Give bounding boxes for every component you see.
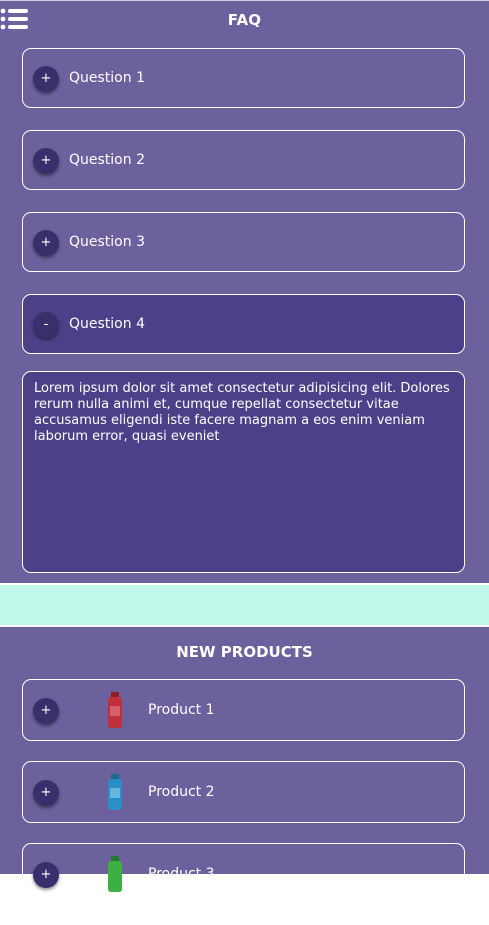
faq-item-question-2[interactable]: + Question 2 [22,130,465,190]
product-item-2[interactable]: + Product 2 [22,761,465,823]
faq-panel: FAQ + Question 1 + Question 2 + Question… [0,0,489,583]
new-products-section: NEW PRODUCTS + Product 1 + Product 2 + P… [0,627,489,905]
green-bottle-icon [108,856,122,892]
product-item-1[interactable]: + Product 1 [22,679,465,741]
expand-toggle-button[interactable]: + [33,698,59,724]
product-list: + Product 1 + Product 2 + Product 3 [22,679,465,925]
blue-bottle-icon [108,774,122,810]
expand-toggle-button[interactable]: + [33,230,59,256]
product-label: Product 1 [148,702,215,718]
page-title: FAQ [227,11,262,29]
expand-toggle-button[interactable]: + [33,148,59,174]
product-item-3[interactable]: + Product 3 [22,843,465,905]
product-label: Product 3 [148,866,215,882]
faq-question-label: Question 3 [69,234,145,250]
product-label: Product 2 [148,784,215,800]
expand-toggle-button[interactable]: + [33,862,59,888]
faq-question-label: Question 4 [69,316,145,332]
faq-question-label: Question 1 [69,70,145,86]
faq-item-question-4[interactable]: - Question 4 [22,294,465,354]
section-title: NEW PRODUCTS [176,643,313,661]
expand-toggle-button[interactable]: + [33,780,59,806]
expand-toggle-button[interactable]: + [33,66,59,92]
section-divider [0,585,489,625]
faq-list: + Question 1 + Question 2 + Question 3 -… [22,48,465,370]
faq-question-label: Question 2 [69,152,145,168]
faq-item-question-3[interactable]: + Question 3 [22,212,465,272]
faq-answer-panel: Lorem ipsum dolor sit amet consectetur a… [22,371,465,573]
collapse-toggle-button[interactable]: - [33,312,59,338]
red-bottle-icon [108,692,122,728]
faq-item-question-1[interactable]: + Question 1 [22,48,465,108]
